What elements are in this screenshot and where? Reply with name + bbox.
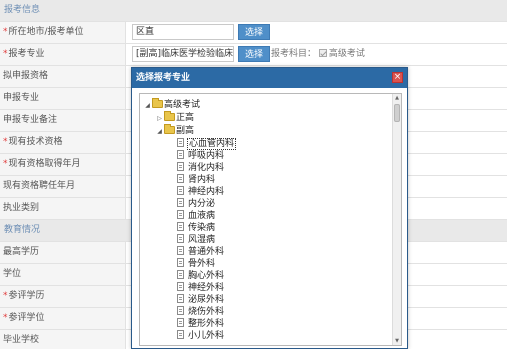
- subject-checkbox[interactable]: [318, 49, 327, 57]
- tree-leaf-label: 消化内科: [188, 163, 225, 173]
- tree-leaf-item[interactable]: 神经内科: [177, 186, 225, 198]
- select-major-dialog: 选择报考专业 × ◢ 高级考试 ▷ 正高 ◢ 副高 心血管内科 呼吸内科消化内科肾内科神…: [131, 67, 408, 349]
- region-select-button[interactable]: 选择: [238, 24, 271, 40]
- major-field[interactable]: [副高]临床医学检验临床: [132, 46, 234, 62]
- folder-label: 正高: [176, 113, 195, 123]
- major-select-button[interactable]: 选择: [238, 46, 271, 62]
- tree-leaf-item[interactable]: 风湿病: [177, 234, 216, 246]
- document-icon: [177, 138, 184, 147]
- tree-leaf-item[interactable]: 烧伤外科: [177, 306, 225, 318]
- document-icon: [177, 330, 184, 339]
- practice-category-label: 执业类别: [0, 198, 126, 219]
- scroll-up-icon[interactable]: ▲: [393, 94, 401, 102]
- folder-open-icon: [164, 124, 175, 134]
- document-icon: [177, 306, 184, 315]
- folder-label: 副高: [176, 126, 195, 136]
- tree-folder-fugao[interactable]: ◢ 副高: [155, 124, 195, 138]
- section-apply-info: 报考信息: [0, 0, 507, 22]
- tree-leaf-item[interactable]: 普通外科: [177, 246, 225, 258]
- tree-leaf-item[interactable]: 血液病: [177, 210, 216, 222]
- tree-leaf-item[interactable]: 内分泌: [177, 198, 216, 210]
- apply-major-note-label: 申报专业备注: [0, 110, 126, 131]
- document-icon: [177, 186, 184, 195]
- row-region: *所在地市/报考单位 区直 选择: [0, 22, 507, 44]
- tree-leaf-label: 内分泌: [188, 199, 216, 209]
- tree-leaf-item[interactable]: 胸心外科: [177, 270, 225, 282]
- eval-education-label: 参评学历: [8, 291, 45, 301]
- degree-label: 学位: [0, 264, 126, 285]
- document-icon: [177, 150, 184, 159]
- section-title: 报考信息: [0, 0, 507, 21]
- close-icon[interactable]: ×: [392, 72, 403, 83]
- subject-label: 报考科目：: [271, 49, 317, 59]
- eval-degree-label: 参评学位: [8, 313, 45, 323]
- tree-leaf-label: 呼吸内科: [188, 151, 225, 161]
- tree-root-label: 高级考试: [164, 100, 201, 110]
- tree-leaf-label: 普通外科: [188, 247, 225, 257]
- tree-leaf-item[interactable]: 泌尿外科: [177, 294, 225, 306]
- appointment-date-label: 现有资格聘任年月: [0, 176, 126, 197]
- tree-leaf-item[interactable]: 小儿外科: [177, 330, 225, 342]
- expand-icon[interactable]: ◢: [143, 100, 152, 112]
- folder-icon: [164, 111, 175, 121]
- subject-checkbox-label: 高级考试: [328, 49, 365, 59]
- document-icon: [177, 174, 184, 183]
- tree-leaf-label: 传染病: [188, 223, 216, 233]
- document-icon: [177, 234, 184, 243]
- tree-leaf-item[interactable]: 呼吸内科: [177, 150, 225, 162]
- tree-leaf-label: 骨外科: [188, 259, 216, 269]
- tree-leaf-label: 胸心外科: [188, 271, 225, 281]
- qualification-date-label: 现有资格取得年月: [8, 159, 81, 169]
- expand-icon[interactable]: ◢: [155, 126, 164, 138]
- document-icon: [177, 198, 184, 207]
- document-icon: [177, 294, 184, 303]
- required-mark: *: [3, 27, 8, 37]
- graduate-school-label: 毕业学校: [0, 330, 126, 349]
- tree-leaf-item[interactable]: 传染病: [177, 222, 216, 234]
- tree-leaf-item[interactable]: 肾内科: [177, 174, 216, 186]
- apply-qualification-label: 拟申报资格: [0, 66, 126, 87]
- tree-leaf-label: 心血管内科: [187, 138, 237, 150]
- tree-leaf-label: 风湿病: [188, 235, 216, 245]
- tree-leaf-item[interactable]: 骨外科: [177, 258, 216, 270]
- apply-major-label: 申报专业: [0, 88, 126, 109]
- folder-open-icon: [152, 98, 163, 108]
- tree-leaf-label: 肾内科: [188, 175, 216, 185]
- tree-leaf-label: 神经外科: [188, 283, 225, 293]
- region-label: 所在地市/报考单位: [8, 27, 84, 37]
- tree-leaf-label: 泌尿外科: [188, 295, 225, 305]
- document-icon: [177, 258, 184, 267]
- tree-scrollbar[interactable]: ▲ ▼: [392, 94, 401, 345]
- row-major: *报考专业 [副高]临床医学检验临床 选择 报考科目： 高级考试: [0, 44, 507, 66]
- collapse-icon[interactable]: ▷: [155, 113, 164, 125]
- region-field[interactable]: 区直: [132, 24, 234, 40]
- tree-leaf-label: 整形外科: [188, 319, 225, 329]
- major-label: 报考专业: [8, 49, 45, 59]
- tree-leaf-label: 烧伤外科: [188, 307, 225, 317]
- tree-leaf-label: 神经内科: [188, 187, 225, 197]
- document-icon: [177, 270, 184, 279]
- document-icon: [177, 210, 184, 219]
- major-tree: ◢ 高级考试 ▷ 正高 ◢ 副高 心血管内科 呼吸内科消化内科肾内科神经内科内分泌血液病…: [139, 93, 402, 346]
- tree-leaf-item[interactable]: 整形外科: [177, 318, 225, 330]
- tree-leaf-label: 小儿外科: [188, 331, 225, 341]
- required-mark: *: [3, 49, 8, 59]
- document-icon: [177, 246, 184, 255]
- document-icon: [177, 162, 184, 171]
- tree-leaf-item[interactable]: 消化内科: [177, 162, 225, 174]
- dialog-title: 选择报考专业: [132, 68, 407, 88]
- current-qualification-label: 现有技术资格: [8, 137, 63, 147]
- tree-leaf-label: 血液病: [188, 211, 216, 221]
- tree-root[interactable]: ◢ 高级考试: [143, 98, 201, 112]
- scroll-down-icon[interactable]: ▼: [393, 337, 401, 345]
- document-icon: [177, 282, 184, 291]
- tree-folder-zhenggao[interactable]: ▷ 正高: [155, 111, 195, 125]
- scroll-thumb[interactable]: [394, 104, 400, 122]
- document-icon: [177, 222, 184, 231]
- tree-leaf-item[interactable]: 神经外科: [177, 282, 225, 294]
- tree-leaf-item[interactable]: 心血管内科: [177, 138, 237, 150]
- highest-education-label: 最高学历: [0, 242, 126, 263]
- document-icon: [177, 318, 184, 327]
